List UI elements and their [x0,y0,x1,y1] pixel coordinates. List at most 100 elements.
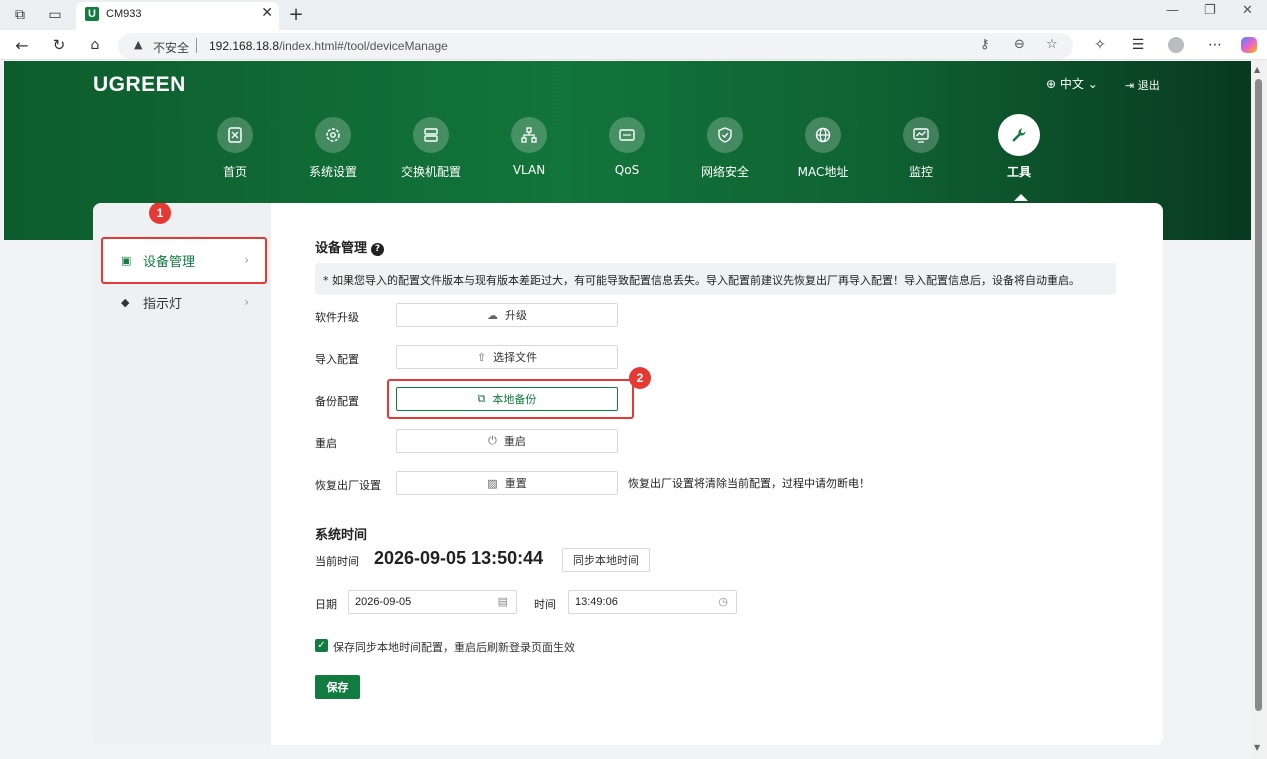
browser-tab[interactable]: U CM933 ✕ [76,2,279,30]
zoom-icon[interactable]: ⊖ [1014,37,1025,52]
extensions-icon[interactable]: ✧ [1089,34,1111,56]
nav-switch-config[interactable]: 交换机配置 [386,117,476,180]
language-selector[interactable]: ⊕ 中文 ⌄ [1046,75,1098,92]
help-icon[interactable]: ? [371,242,385,256]
minimize-icon[interactable]: — [1166,3,1179,18]
more-menu-icon[interactable]: ⋯ [1204,34,1226,56]
globe-icon: ⊕ [1046,77,1057,91]
system-time-title: 系统时间 [315,528,368,543]
restore-icon[interactable]: ❐ [1204,3,1216,18]
device-management-title: 设备管理? [315,237,385,256]
profile-avatar-icon[interactable] [1165,34,1187,56]
shield-icon [707,117,743,153]
url-text: 192.168.18.8/index.html#/tool/deviceMana… [209,39,448,53]
reboot-label: 重启 [315,437,337,450]
annotation-highlight-1 [101,237,267,284]
url-field[interactable]: ▲ 不安全 192.168.18.8/index.html#/tool/devi… [118,33,1073,59]
nav-label: QoS [614,163,640,177]
upload-icon: ⇧ [476,350,487,364]
save-button[interactable]: 保存 [315,675,360,699]
favorite-star-icon[interactable]: ☆ [1046,37,1058,52]
factory-reset-warning: 恢复出厂设置将清除当前配置，过程中请勿断电！ [628,477,870,490]
browser-tab-bar: ⧉ ▭ U CM933 ✕ + — ❐ ✕ [0,0,1267,30]
page: UGREEN ⊕ 中文 ⌄ ⇥ 退出 首页 系统设置 交换机配置 VLAN Qo… [4,61,1251,759]
qos-icon [609,117,645,153]
globe-icon [805,117,841,153]
window-close-icon[interactable]: ✕ [1242,3,1253,18]
new-tab-icon[interactable]: + [285,3,307,25]
brand-logo: UGREEN [93,73,186,96]
upgrade-label: 软件升级 [315,311,359,324]
chevron-right-icon: › [244,295,249,309]
backup-config-label: 备份配置 [315,395,359,408]
sync-local-time-button[interactable]: 同步本地时间 [562,548,650,572]
nav-label: 工具 [1006,165,1031,179]
logout-link[interactable]: ⇥ 退出 [1125,77,1160,93]
logout-icon: ⇥ [1125,79,1135,92]
nav-home[interactable]: 首页 [190,117,280,180]
tab-actions-icon[interactable]: ▭ [44,4,66,26]
nav-label: 系统设置 [308,165,357,179]
home-button-icon[interactable]: ⌂ [84,34,106,56]
import-config-label: 导入配置 [315,353,359,366]
gear-icon [315,117,351,153]
scroll-thumb[interactable] [1255,79,1262,711]
wrench-icon [998,114,1040,156]
factory-reset-label: 恢复出厂设置 [315,479,381,492]
nav-system-settings[interactable]: 系统设置 [288,117,378,180]
page-scrollbar[interactable]: ▲ ▼ [1251,61,1267,759]
nav-label: 首页 [222,165,247,179]
url-divider [196,38,197,53]
nav-tools[interactable]: 工具 [974,114,1064,180]
diamond-icon: ◆ [121,295,130,309]
upgrade-button[interactable]: ☁ 升级 [396,303,618,327]
date-field[interactable]: 2026-09-05 ▤ [348,590,517,614]
power-icon: ⏻ [488,434,497,447]
nav-monitor[interactable]: 监控 [876,117,966,180]
nav-label: MAC地址 [797,165,849,179]
nav-label: 监控 [908,165,933,179]
nav-network-security[interactable]: 网络安全 [680,117,770,180]
reset-icon: ▨ [487,476,498,490]
content-card: ▣ 设备管理 › ◆ 指示灯 › 1 设备管理? * 如果您导入的配置文件版本与… [93,203,1163,745]
main-content: 设备管理? * 如果您导入的配置文件版本与现有版本差距过大，有可能导致配置信息丢… [315,203,1145,745]
network-icon [511,117,547,153]
reset-button[interactable]: ▨ 重置 [396,471,618,495]
nav-vlan[interactable]: VLAN [484,117,574,177]
sidebar: ▣ 设备管理 › ◆ 指示灯 › 1 [93,203,271,745]
nav-label: 交换机配置 [400,165,461,179]
address-bar: ← ↻ ⌂ ▲ 不安全 192.168.18.8/index.html#/too… [0,30,1267,60]
switch-icon [413,117,449,153]
reboot-button[interactable]: ⏻ 重启 [396,429,618,453]
time-label: 时间 [534,598,556,611]
copilot-icon[interactable] [1238,34,1260,56]
workspaces-icon[interactable]: ⧉ [9,4,31,26]
annotation-highlight-2 [387,379,634,419]
calendar-icon: ▤ [497,596,508,608]
back-icon[interactable]: ← [11,34,33,56]
notice-banner: * 如果您导入的配置文件版本与现有版本差距过大，有可能导致配置信息丢失。导入配置… [315,263,1116,295]
choose-file-button[interactable]: ⇧ 选择文件 [396,345,618,369]
sync-time-checkbox-label[interactable]: 保存同步本地时间配置，重启后刷新登录页面生效 [333,639,575,655]
clock-icon: ◷ [718,596,728,608]
refresh-icon[interactable]: ↻ [48,34,70,56]
time-field[interactable]: 13:49:06 ◷ [568,590,737,614]
monitor-icon [903,117,939,153]
nav-label: VLAN [512,163,546,177]
favorites-icon[interactable]: ☰ [1127,34,1149,56]
home-icon [217,117,253,153]
annotation-badge-2: 2 [629,367,651,389]
active-nav-indicator [1014,194,1028,201]
cloud-upload-icon: ☁ [487,308,498,322]
key-icon[interactable]: ⚷ [980,37,990,52]
sidebar-item-indicator-light[interactable]: ◆ 指示灯 › [103,279,267,325]
close-tab-icon[interactable]: ✕ [261,5,273,21]
scroll-down-icon[interactable]: ▼ [1254,743,1260,752]
sync-time-checkbox[interactable]: ✓ [315,639,328,652]
current-time-label: 当前时间 [315,555,359,568]
nav-mac-address[interactable]: MAC地址 [778,117,868,180]
chevron-down-icon: ⌄ [1087,77,1098,91]
scroll-up-icon[interactable]: ▲ [1254,65,1260,74]
nav-qos[interactable]: QoS [582,117,672,177]
favicon-icon: U [85,7,99,21]
